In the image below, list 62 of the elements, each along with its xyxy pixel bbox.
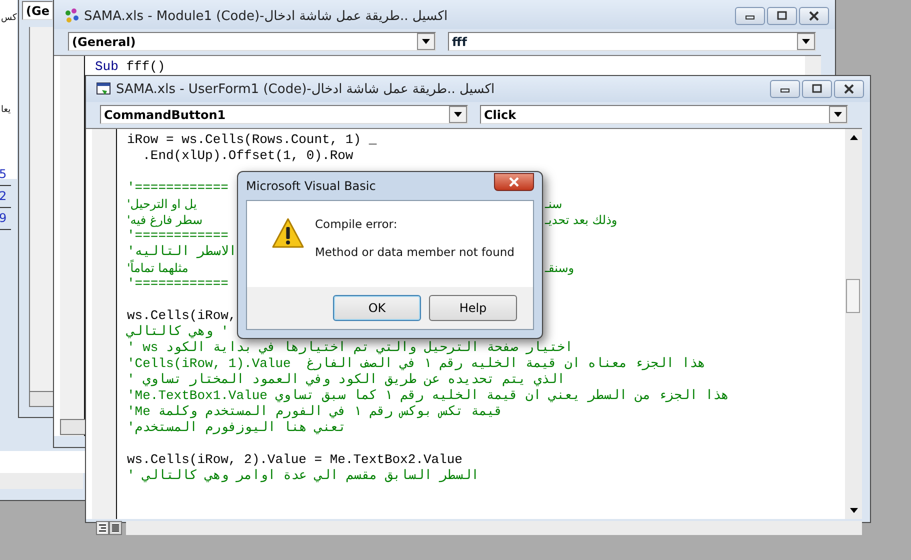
close-icon <box>808 11 820 21</box>
close-button[interactable] <box>834 80 864 98</box>
sheet-cell: 5 <box>0 164 11 186</box>
vba-project-icon <box>64 8 80 24</box>
code-line: الذي يتم تحديده عن طريق الكود وفي العمود المختار تساوي ' <box>127 372 566 388</box>
code-line: ws.Cells(iRow, 2).Value = Me.TextBox2.Value <box>127 452 462 468</box>
help-button[interactable]: Help <box>429 295 517 321</box>
sheet-cell: 9 <box>0 208 11 230</box>
close-icon <box>508 177 520 187</box>
close-button[interactable] <box>494 173 534 191</box>
minimize-button[interactable] <box>770 80 800 98</box>
code-line: تعني هنا اليوزفورم المستخدم' <box>127 420 346 436</box>
dialog-title: Microsoft Visual Basic <box>246 179 376 193</box>
code-line: يل او الترحيل' <box>127 196 198 212</box>
sheet-label: يعا <box>1 105 11 115</box>
dropdown-arrow-icon <box>802 39 810 44</box>
minimize-button[interactable] <box>735 7 765 25</box>
code-line: الاسطر التاليه' <box>127 244 237 260</box>
code-line: '============ <box>127 180 228 196</box>
code-line: iRow = ws.Cells(Rows.Count, 1) _ <box>127 132 377 148</box>
window-title: اكسيل ..طريقة عمل شاشة ادخال-SAMA.xls - UserForm1 (Code) <box>116 82 495 96</box>
dropdown-arrow-icon <box>454 112 462 117</box>
code-line: 'Me قيمة تكس بوكس رقم ١ في الفورم المستخدم وكلمة <box>127 404 502 420</box>
code-line: وذلك بعد تحديـ <box>545 212 618 228</box>
ok-button[interactable]: OK <box>333 295 421 321</box>
maximize-button[interactable] <box>802 80 832 98</box>
code-line: ' وهي كالتالي <box>127 324 229 340</box>
maximize-icon <box>776 11 788 21</box>
dropdown-arrow-icon <box>834 112 842 117</box>
code-line: اختيار صفحة الترحيل والتي تم اختيارها في بداية الكود ws ' <box>127 340 573 356</box>
code-line: مثلهما تماماً' <box>127 260 190 276</box>
object-dropdown[interactable]: (Ge <box>22 1 53 20</box>
code-line: '============ <box>127 276 228 292</box>
window-title: اكسيل ..طريقة عمل شاشة ادخال-SAMA.xls - Module1 (Code) <box>84 8 448 24</box>
close-icon <box>843 84 855 94</box>
error-message: Method or data member not found <box>315 245 514 259</box>
scroll-down-arrow-icon[interactable] <box>850 508 858 513</box>
procedure-dropdown[interactable]: fff <box>448 32 816 51</box>
warning-icon <box>271 217 305 249</box>
form-icon <box>96 81 112 97</box>
scroll-up-arrow-icon[interactable] <box>850 135 858 140</box>
scroll-thumb[interactable] <box>846 279 860 313</box>
maximize-button[interactable] <box>767 7 797 25</box>
code-line: السطر السابق مقسم الي عدة اوامر وهي كالتالي ' <box>127 468 479 484</box>
object-dropdown[interactable]: CommandButton1 <box>100 105 468 124</box>
code-line: Sub fff() <box>95 59 166 75</box>
code-line: سنـ <box>545 196 562 212</box>
sheet-label: كس <box>1 13 17 23</box>
object-dropdown[interactable]: (General) <box>68 32 436 51</box>
code-line: 'Cells(iRow, 1).Value هذا الجزء معناه ان قيمة الخليه رقم ١ في الصف الفارغ <box>127 356 706 372</box>
sheet-cell: 2 <box>0 186 11 208</box>
maximize-icon <box>811 84 823 94</box>
code-line: وسنقـ <box>545 260 574 276</box>
code-line: سطر فارغ فيه' <box>127 212 204 228</box>
code-line: '============ <box>127 228 228 244</box>
code-line: ws.Cells(iRow, <box>127 308 236 324</box>
procedure-dropdown[interactable]: Click <box>480 105 848 124</box>
close-button[interactable] <box>799 7 829 25</box>
code-line: .End(xlUp).Offset(1, 0).Row <box>142 148 354 164</box>
error-heading: Compile error: <box>315 217 398 231</box>
code-line: 'Me.TextBox1.Value هذا الجزء من السطر يعني ان قيمة الخليه رقم ١ كما سبق تساوي <box>127 388 729 404</box>
dropdown-arrow-icon <box>422 39 430 44</box>
